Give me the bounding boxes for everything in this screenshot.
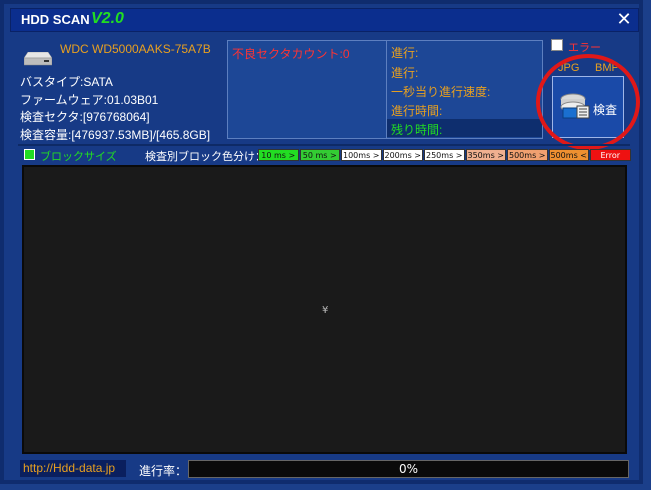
separator	[18, 144, 630, 146]
legend-chip: 500ms <	[548, 149, 589, 161]
bus-type: バスタイプ:SATA	[20, 75, 113, 89]
legend-chip: Error	[590, 149, 631, 161]
website-link[interactable]: http://Hdd-data.jp	[20, 460, 126, 477]
scan-grid: ¥	[22, 165, 627, 454]
stats-panel: 不良セクタカウント:0 進行: 進行: 一秒当り進行速度: 進行時間: 残り時間…	[227, 40, 543, 139]
title-bar: HDD SCAN V2.0 ✕	[10, 8, 639, 32]
legend-chip: 350ms >	[465, 149, 506, 161]
firmware: ファームウェア:01.03B01	[20, 93, 159, 107]
progress-label-1: 進行:	[391, 46, 419, 60]
capacity: 検査容量:[476937.53MB]/[465.8GB]	[20, 128, 211, 142]
elapsed-label: 進行時間:	[391, 104, 443, 118]
progress-label-2: 進行:	[391, 66, 419, 80]
drive-model: WDC WD5000AAKS-75A7B	[60, 42, 211, 56]
legend-row: ブロックサイズ 検査別ブロック色分け： 10 ms >50 ms >100ms …	[18, 148, 631, 163]
legend-chip: 500ms >	[507, 149, 548, 161]
progress-label: 進行率：	[139, 464, 188, 478]
error-checkbox[interactable]	[551, 39, 563, 51]
cursor-marker: ¥	[322, 305, 329, 316]
app-title: HDD SCAN	[21, 12, 90, 27]
legend-chip: 200ms >	[382, 149, 423, 161]
remaining-row: 残り時間:	[387, 119, 542, 137]
sectors: 検査セクタ:[976768064]	[20, 110, 150, 124]
color-legend-label: 検査別ブロック色分け：	[145, 150, 266, 163]
bad-sector-count: 不良セクタカウント:0	[232, 47, 350, 61]
remaining-label: 残り時間:	[391, 123, 443, 137]
legend-chip: 50 ms >	[299, 149, 340, 161]
highlight-circle	[536, 54, 640, 150]
close-button[interactable]: ✕	[614, 10, 634, 30]
speed-label: 一秒当り進行速度:	[391, 85, 491, 99]
legend-chip: 10 ms >	[258, 149, 299, 161]
legend-chip: 100ms >	[341, 149, 382, 161]
progress-text: 0%	[398, 462, 419, 476]
error-label: エラー	[568, 41, 601, 54]
block-size-label: ブロックサイズ	[40, 150, 117, 163]
hard-drive-icon	[24, 52, 52, 66]
progress-bar: 0%	[188, 460, 629, 478]
legend-chip: 250ms >	[424, 149, 465, 161]
app-version: V2.0	[91, 10, 124, 27]
block-size-swatch	[24, 149, 35, 160]
